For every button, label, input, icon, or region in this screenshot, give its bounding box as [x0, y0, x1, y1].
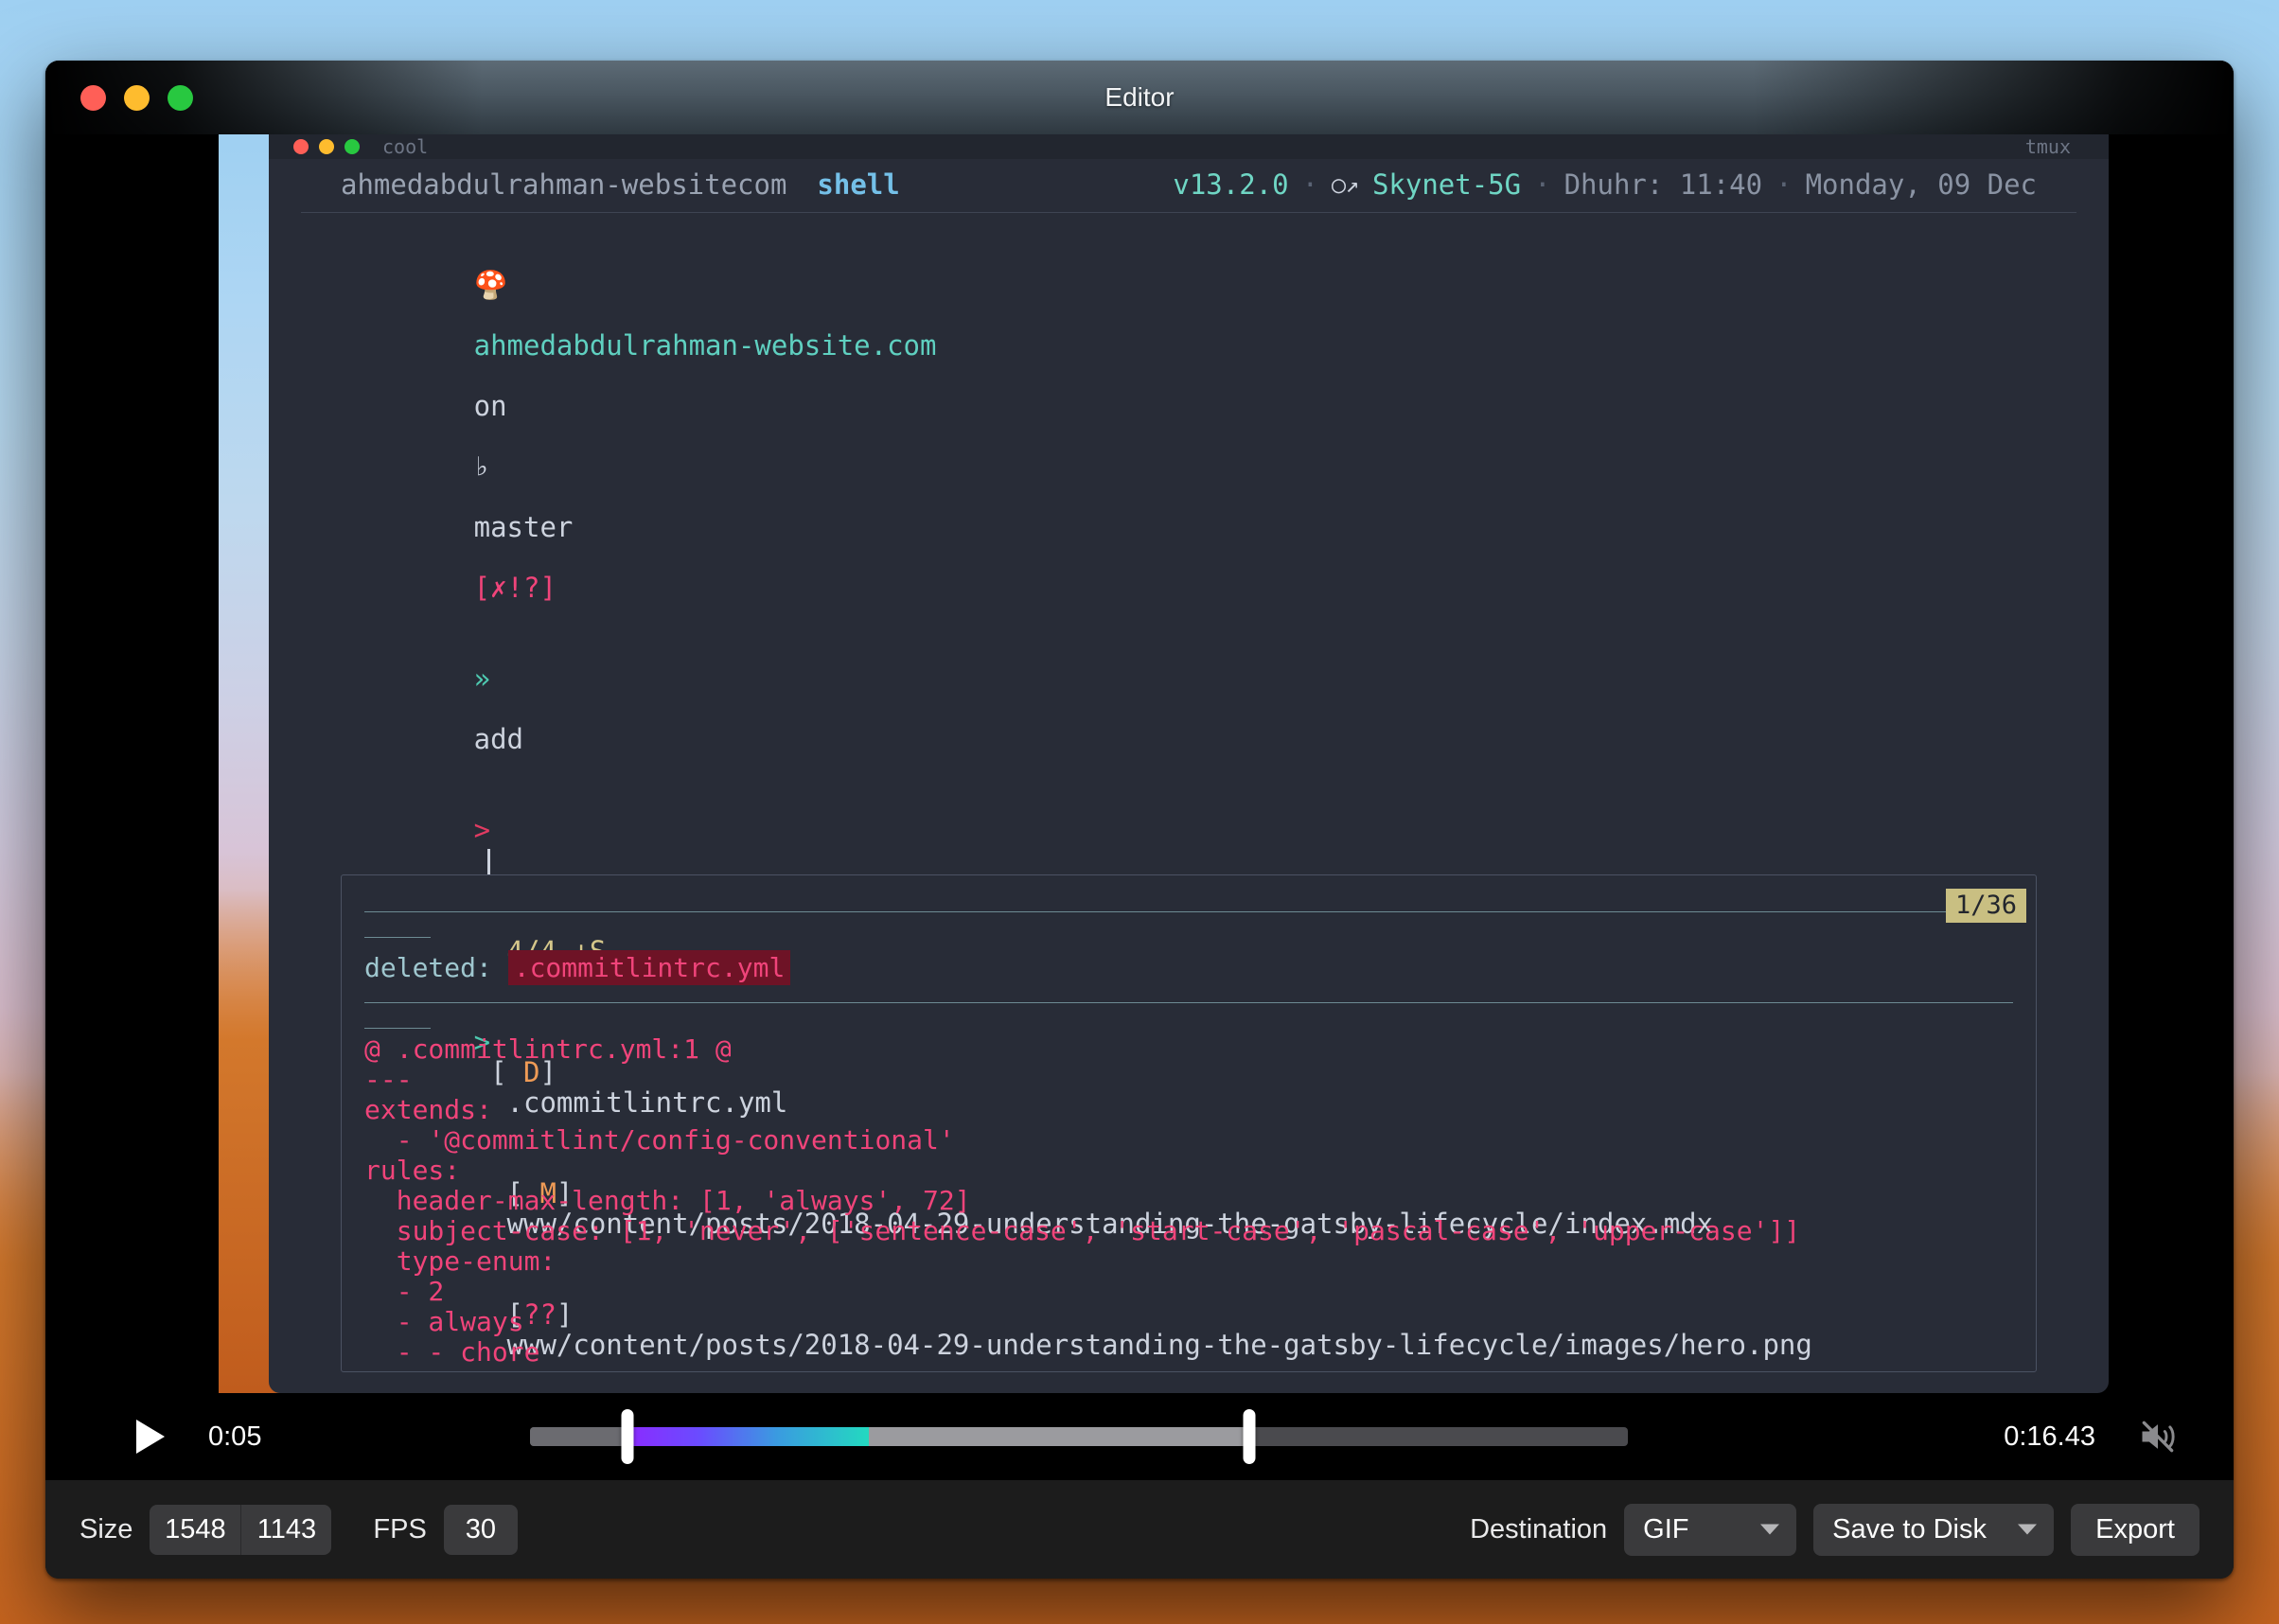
status-host: ahmedabdulrahman-websitecom	[341, 168, 787, 201]
deleted-filename: .commitlintrc.yml	[507, 950, 791, 985]
trim-segment-before	[530, 1427, 628, 1446]
diff-preview-panel[interactable]: 1/36 deleted: .commitlintrc.yml @ .commi…	[341, 874, 2037, 1372]
terminal-tab-title: cool	[382, 135, 429, 158]
text-cursor	[486, 849, 490, 874]
wifi-icon: ◯↗	[1332, 171, 1359, 198]
status-ssid: Skynet-5G	[1371, 168, 1522, 201]
prompt-emoji-icon: 🍄	[473, 269, 508, 301]
status-shell: shell	[817, 168, 900, 201]
git-branch-icon: ♭	[473, 450, 491, 483]
chevron-down-icon	[1760, 1524, 1780, 1535]
current-time: 0:05	[208, 1421, 262, 1452]
tmux-label: tmux	[2024, 135, 2071, 158]
editor-window: Editor cool tmux ahmedabdulrahman-websit…	[45, 61, 2234, 1579]
status-prayer: Dhuhr: 11:40	[1564, 168, 1763, 201]
height-input[interactable]	[240, 1504, 332, 1555]
play-icon[interactable]	[136, 1420, 165, 1454]
duration-time: 0:16.43	[2004, 1421, 2095, 1452]
diff-line: - '@commitlint/config-conventional'	[364, 1124, 955, 1156]
player-controls: 0:05 0:16.43	[45, 1393, 2234, 1480]
terminal-traffic-lights	[293, 139, 360, 154]
save-target-select[interactable]: Save to Disk	[1813, 1503, 2055, 1556]
export-button[interactable]: Export	[2071, 1503, 2200, 1556]
prompt-branch: master	[473, 511, 574, 543]
command-marker: »	[473, 662, 491, 695]
diff-line: subject-case: [1, 'never', ['sentence-ca…	[364, 1215, 1801, 1246]
status-date: Monday, 09 Dec	[1805, 168, 2037, 201]
fps-label: FPS	[373, 1513, 427, 1545]
status-sep-3: ·	[1776, 168, 1793, 201]
prompt-path: ahmedabdulrahman-website.com	[473, 329, 937, 362]
deleted-summary: deleted: .commitlintrc.yml	[364, 944, 2013, 989]
trim-track[interactable]	[530, 1427, 1628, 1446]
command-line: » add	[309, 633, 2069, 785]
diff-line: - - chore	[364, 1336, 540, 1368]
diff-line: type-enum:	[364, 1245, 556, 1277]
save-target-value: Save to Disk	[1832, 1513, 1987, 1545]
status-sep-1: ·	[1301, 168, 1319, 201]
fps-input[interactable]	[443, 1504, 518, 1555]
format-value: GIF	[1643, 1513, 1689, 1545]
width-input[interactable]	[150, 1504, 241, 1555]
prompt-flags: [✗!?]	[473, 572, 556, 604]
prompt-line: 🍄 ahmedabdulrahman-website.com on ♭ mast…	[309, 239, 2069, 633]
trim-handle-end[interactable]	[1243, 1409, 1256, 1464]
trim-segment-remaining	[869, 1427, 1249, 1446]
trim-handle-start[interactable]	[621, 1409, 634, 1464]
diff-line: - 2	[364, 1276, 445, 1307]
input-marker: >	[473, 814, 491, 846]
diff-line: - always	[364, 1306, 524, 1337]
window-titlebar: Editor	[45, 61, 2234, 134]
prompt-on: on	[473, 390, 507, 422]
page-indicator: 1/36	[1945, 889, 2026, 923]
format-select[interactable]: GIF	[1624, 1503, 1797, 1556]
deleted-label: deleted:	[364, 952, 492, 983]
size-fields	[150, 1504, 332, 1555]
shell-status-line: ahmedabdulrahman-websitecom shell v13.2.…	[301, 159, 2076, 213]
destination-label: Destination	[1470, 1513, 1608, 1545]
status-sep-2: ·	[1534, 168, 1551, 201]
diff-line: extends:	[364, 1094, 492, 1125]
video-preview-stage[interactable]: cool tmux ahmedabdulrahman-websitecom sh…	[45, 134, 2234, 1393]
diff-line: - ci	[364, 1368, 2013, 1372]
export-toolbar: Size FPS Destination GIF Save to Disk Ex…	[45, 1480, 2234, 1579]
status-version: v13.2.0	[1173, 168, 1289, 201]
divider-short	[364, 1028, 431, 1029]
diff-hunk-header: @ .commitlintrc.yml:1 @	[364, 1033, 732, 1065]
trim-segment-selected	[627, 1427, 870, 1446]
window-title: Editor	[1104, 82, 1175, 112]
trim-slider[interactable]	[530, 1409, 1628, 1464]
divider	[364, 911, 2013, 912]
diff-line: ---	[364, 1064, 413, 1095]
diff-line: header-max-length: [1, 'always', 72]	[364, 1185, 971, 1216]
divider-short	[364, 937, 431, 938]
size-label: Size	[80, 1513, 133, 1545]
speaker-muted-icon[interactable]	[2137, 1416, 2179, 1457]
terminal-tab-bar: cool tmux	[269, 134, 2109, 159]
chevron-down-icon	[2018, 1524, 2038, 1535]
command-text: add	[473, 723, 523, 755]
divider	[364, 1002, 2013, 1003]
recorded-terminal-window: cool tmux ahmedabdulrahman-websitecom sh…	[269, 134, 2109, 1393]
diff-line: rules:	[364, 1155, 461, 1186]
